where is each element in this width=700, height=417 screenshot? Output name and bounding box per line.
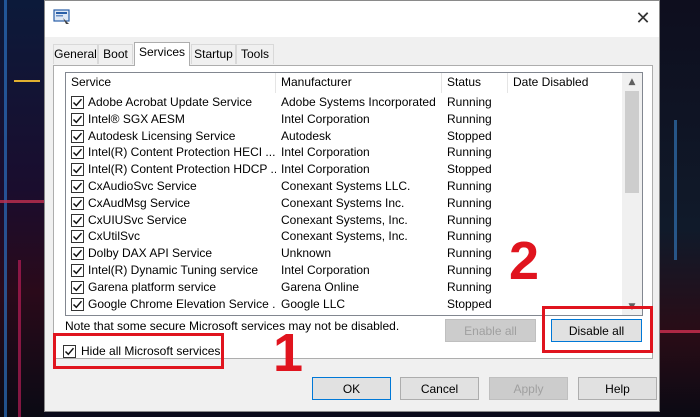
ok-button[interactable]: OK xyxy=(312,377,391,400)
service-checkbox[interactable] xyxy=(71,112,84,126)
service-name-cell: Intel(R) Content Protection HECI ... xyxy=(88,145,276,160)
table-row[interactable]: Adobe Acrobat Update Service Adobe System… xyxy=(66,94,622,111)
manufacturer-cell: Intel Corporation xyxy=(281,262,370,277)
table-row[interactable]: Intel® SGX AESM Intel Corporation Running xyxy=(66,111,622,128)
help-button[interactable]: Help xyxy=(578,377,657,400)
manufacturer-cell: Intel Corporation xyxy=(281,145,370,160)
tab-general[interactable]: General xyxy=(53,44,98,64)
services-list[interactable]: Service Manufacturer Status Date Disable… xyxy=(65,72,643,316)
manufacturer-cell: Google LLC xyxy=(281,296,346,311)
tab-boot[interactable]: Boot xyxy=(98,44,133,64)
manufacturer-cell: Conexant Systems, Inc. xyxy=(281,212,408,227)
service-checkbox[interactable] xyxy=(71,280,84,294)
manufacturer-cell: Conexant Systems, Inc. xyxy=(281,229,408,244)
column-header-service[interactable]: Service xyxy=(66,73,276,93)
service-checkbox[interactable] xyxy=(71,263,84,277)
status-cell: Running xyxy=(447,262,492,277)
desktop-wallpaper-right xyxy=(660,0,700,417)
highlight-box-hide-ms xyxy=(53,333,224,369)
status-cell: Running xyxy=(447,111,492,126)
service-checkbox[interactable] xyxy=(71,163,84,177)
manufacturer-cell: Unknown xyxy=(281,246,332,261)
table-row[interactable]: Intel(R) Content Protection HECI ... Inte… xyxy=(66,144,622,161)
service-name-cell: Intel(R) Content Protection HDCP ... xyxy=(88,162,276,177)
tab-tools[interactable]: Tools xyxy=(236,44,274,64)
close-icon[interactable]: ✕ xyxy=(629,5,657,31)
wallpaper-neon-line xyxy=(18,260,21,417)
step-1-label: 1 xyxy=(273,323,304,383)
table-row[interactable]: Intel(R) Content Protection HDCP ... Inte… xyxy=(66,161,622,178)
cancel-button[interactable]: Cancel xyxy=(400,377,479,400)
table-row[interactable]: CxUIUSvc Service Conexant Systems, Inc. Ru… xyxy=(66,212,622,229)
service-name-cell: CxAudMsg Service xyxy=(88,195,191,210)
status-cell: Stopped xyxy=(447,128,492,143)
status-cell: Running xyxy=(447,95,492,109)
manufacturer-cell: Conexant Systems LLC. xyxy=(281,178,411,193)
title-bar[interactable]: ✕ xyxy=(45,1,659,37)
wallpaper-neon-line xyxy=(14,80,40,82)
status-cell: Running xyxy=(447,229,492,244)
msconfig-icon xyxy=(53,9,71,25)
column-header-status[interactable]: Status xyxy=(442,73,508,93)
status-cell: Running xyxy=(447,178,492,193)
service-name-cell: CxAudioSvc Service xyxy=(88,178,197,193)
manufacturer-cell: Conexant Systems Inc. xyxy=(281,195,405,210)
status-cell: Running xyxy=(447,246,492,261)
service-checkbox[interactable] xyxy=(71,146,84,160)
service-checkbox[interactable] xyxy=(71,129,84,143)
enable-all-button[interactable]: Enable all xyxy=(445,319,536,342)
status-cell: Stopped xyxy=(447,162,492,177)
service-name-cell: CxUtilSvc xyxy=(88,229,141,244)
table-row[interactable]: Google Chrome Elevation Service ... Googl… xyxy=(66,296,622,313)
table-row[interactable]: CxAudioSvc Service Conexant Systems LLC. R… xyxy=(66,178,622,195)
highlight-box-disable-all xyxy=(542,306,653,353)
wallpaper-neon-line xyxy=(0,200,44,203)
service-checkbox[interactable] xyxy=(71,230,84,244)
service-name-cell: Intel(R) Dynamic Tuning service xyxy=(88,262,259,277)
service-name-cell: Dolby DAX API Service xyxy=(88,246,213,261)
manufacturer-cell: Intel Corporation xyxy=(281,162,370,177)
service-checkbox[interactable] xyxy=(71,179,84,193)
table-row[interactable]: Autodesk Licensing Service Autodesk Stoppe… xyxy=(66,128,622,145)
apply-button[interactable]: Apply xyxy=(489,377,568,400)
wallpaper-neon-line xyxy=(660,330,700,333)
tab-services[interactable]: Services xyxy=(134,42,190,66)
manufacturer-cell: Garena Online xyxy=(281,279,360,294)
status-cell: Running xyxy=(447,212,492,227)
column-header-manufacturer[interactable]: Manufacturer xyxy=(276,73,442,93)
service-name-cell: Google Chrome Elevation Service ... xyxy=(88,296,276,311)
service-checkbox[interactable] xyxy=(71,213,84,227)
service-checkbox[interactable] xyxy=(71,247,84,261)
status-cell: Running xyxy=(447,195,492,210)
secure-services-note: Note that some secure Microsoft services… xyxy=(65,319,400,333)
service-name-cell: Intel® SGX AESM xyxy=(88,111,185,126)
scroll-thumb[interactable] xyxy=(625,91,639,193)
service-name-cell: Adobe Acrobat Update Service xyxy=(88,95,253,109)
service-name-cell: Garena platform service xyxy=(88,279,217,294)
status-cell: Running xyxy=(447,145,492,160)
desktop-wallpaper-left xyxy=(0,0,44,417)
list-header: Service Manufacturer Status Date Disable… xyxy=(66,73,622,93)
service-checkbox[interactable] xyxy=(71,297,84,311)
service-name-cell: Autodesk Licensing Service xyxy=(88,128,236,143)
service-checkbox[interactable] xyxy=(71,96,84,109)
vertical-scrollbar[interactable]: ▲ ▼ xyxy=(622,73,642,315)
status-cell: Running xyxy=(447,279,492,294)
tab-startup[interactable]: Startup xyxy=(191,44,236,64)
manufacturer-cell: Autodesk xyxy=(281,128,332,143)
manufacturer-cell: Adobe Systems Incorporated xyxy=(281,95,436,109)
scroll-up-icon[interactable]: ▲ xyxy=(622,73,642,90)
table-row[interactable]: CxAudMsg Service Conexant Systems Inc. Run… xyxy=(66,195,622,212)
status-cell: Stopped xyxy=(447,296,492,311)
service-name-cell: CxUIUSvc Service xyxy=(88,212,187,227)
service-checkbox[interactable] xyxy=(71,196,84,210)
wallpaper-neon-line xyxy=(4,0,7,417)
manufacturer-cell: Intel Corporation xyxy=(281,111,370,126)
column-header-date-disabled[interactable]: Date Disabled xyxy=(508,73,622,93)
step-2-label: 2 xyxy=(509,231,540,291)
wallpaper-neon-line xyxy=(674,120,677,260)
